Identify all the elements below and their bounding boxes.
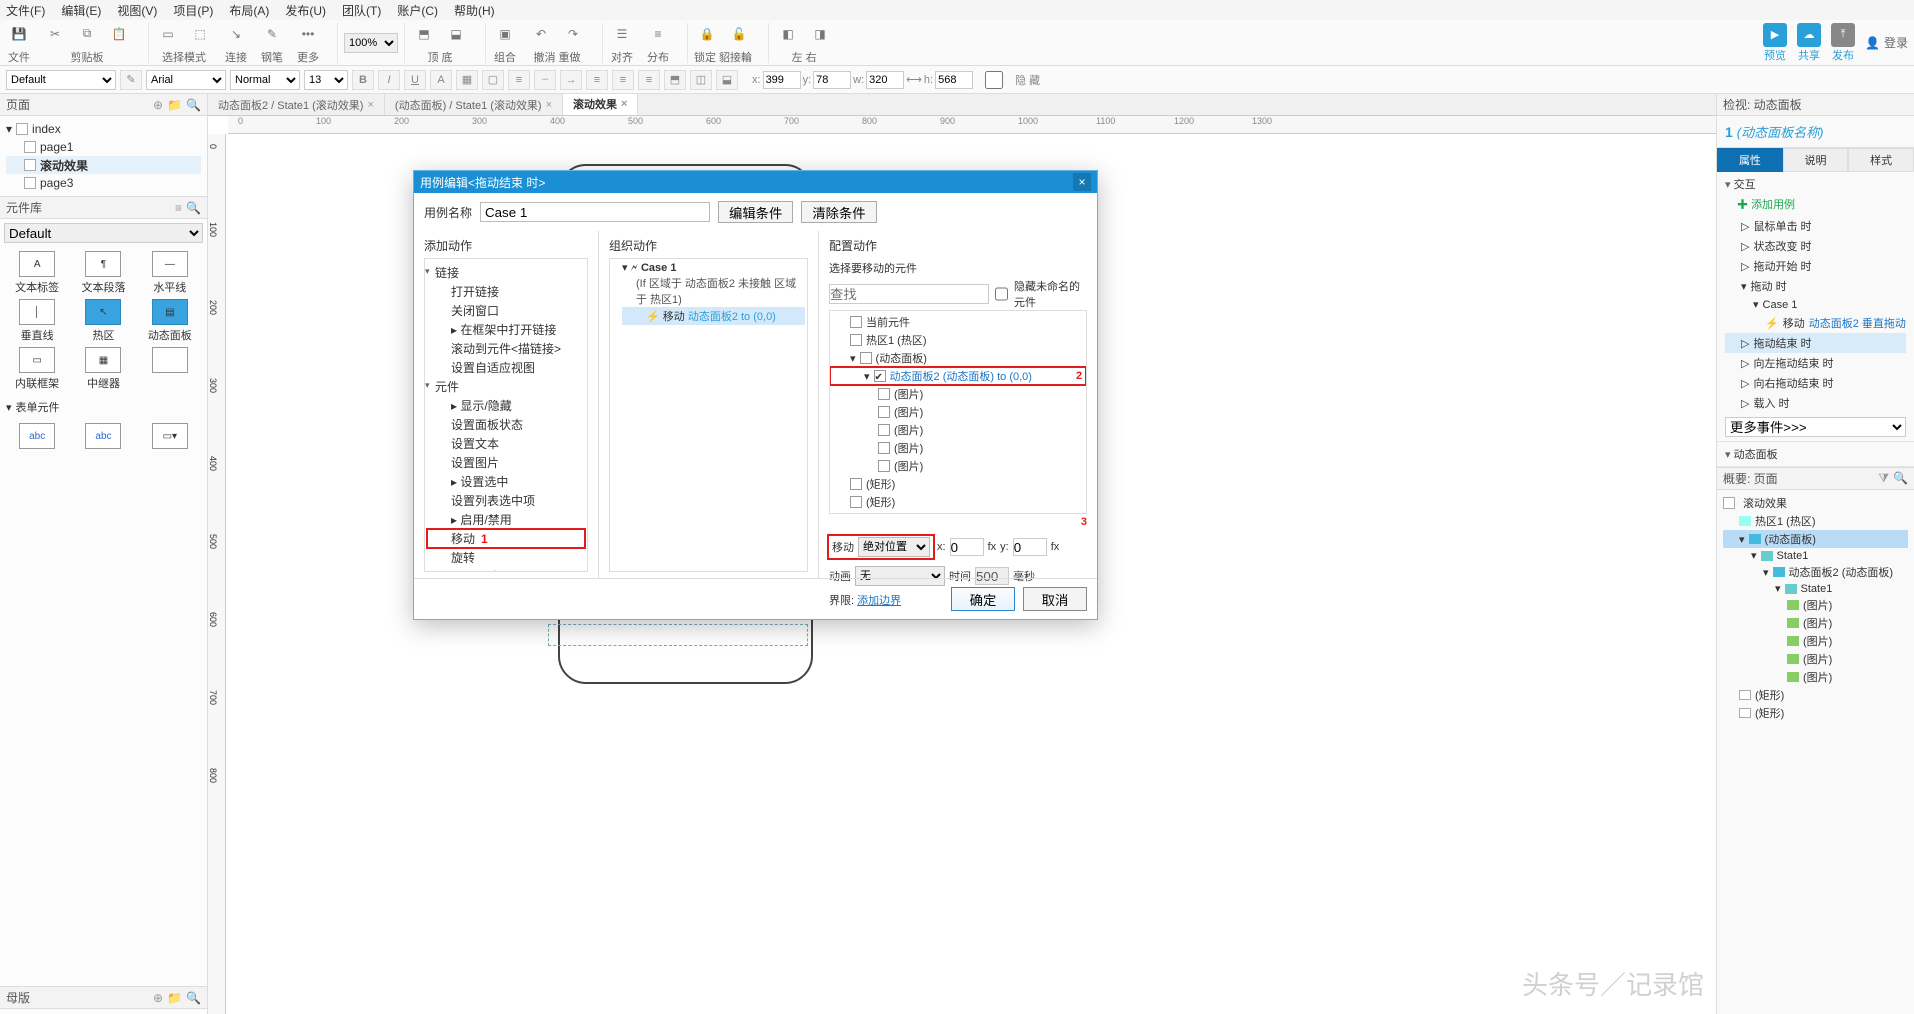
action-item[interactable]: 设置自适应视图 <box>427 358 585 377</box>
action-item[interactable]: 设置文本 <box>427 434 585 453</box>
action-item[interactable]: ▸ 在框架中打开链接 <box>427 320 585 339</box>
action-item[interactable]: 关闭窗口 <box>427 301 585 320</box>
action-item[interactable]: 设置列表选中项 <box>427 491 585 510</box>
clear-condition-button[interactable]: 清除条件 <box>801 201 876 223</box>
widget-search-input[interactable] <box>829 284 989 304</box>
action-item[interactable]: 打开链接 <box>427 282 585 301</box>
hide-unnamed-checkbox[interactable] <box>995 287 1008 301</box>
configure-action-header: 配置动作 <box>829 237 1087 254</box>
widget-row[interactable]: (图片) <box>830 385 1086 403</box>
action-item[interactable]: 滚动到元件<描链接> <box>427 339 585 358</box>
marker-3: 3 <box>829 516 1087 528</box>
y-coord-label: y: <box>1000 541 1009 553</box>
widget-row[interactable]: (图片) <box>830 457 1086 475</box>
cancel-button[interactable]: 取消 <box>1023 587 1087 611</box>
dialog-title: 用例编辑<拖动结束 时> <box>420 174 545 191</box>
hide-unnamed-label: 隐藏未命名的元件 <box>1014 278 1087 310</box>
move-type-select[interactable]: 绝对位置 <box>858 537 930 557</box>
move-y-input[interactable] <box>1013 538 1047 556</box>
widget-row[interactable]: (矩形) <box>830 475 1086 493</box>
action-item[interactable]: ▸ 设置选中 <box>427 472 585 491</box>
action-item-move[interactable]: 移动1 <box>427 529 585 548</box>
widget-row[interactable]: 热区1 (热区) <box>830 331 1086 349</box>
edit-condition-button[interactable]: 编辑条件 <box>718 201 793 223</box>
organize-tree[interactable]: ▾ 🗲 Case 1 (If 区域于 动态面板2 未接触 区域于 热区1) ⚡ … <box>609 258 808 572</box>
modal-overlay: 用例编辑<拖动结束 时> × 用例名称 编辑条件 清除条件 添加动作 ▾链接 打… <box>0 0 1914 1014</box>
organize-action-header: 组织动作 <box>609 237 808 254</box>
org-action-selected[interactable]: ⚡ 移动 动态面板2 to (0,0) <box>622 307 805 325</box>
widget-row[interactable]: ▾(动态面板) <box>830 349 1086 367</box>
widget-row-selected[interactable]: ▾动态面板2 (动态面板) to (0,0)2 <box>830 367 1086 385</box>
move-label: 移动 <box>832 539 854 555</box>
fx-button[interactable]: fx <box>1051 541 1060 553</box>
ok-button[interactable]: 确定 <box>951 587 1015 611</box>
case-name-input[interactable] <box>480 202 710 222</box>
widget-row[interactable]: 当前元件 <box>830 313 1086 331</box>
action-item[interactable]: 设置尺寸 <box>427 567 585 572</box>
fx-button[interactable]: fx <box>988 541 997 553</box>
move-x-input[interactable] <box>950 538 984 556</box>
widget-row[interactable]: (矩形) <box>830 493 1086 511</box>
action-item[interactable]: ▸ 显示/隐藏 <box>427 396 585 415</box>
add-action-header: 添加动作 <box>424 237 588 254</box>
widget-row[interactable]: (图片) <box>830 439 1086 457</box>
widget-row[interactable]: (图片) <box>830 403 1086 421</box>
widget-list[interactable]: 当前元件 热区1 (热区) ▾(动态面板) ▾动态面板2 (动态面板) to (… <box>829 310 1087 514</box>
x-coord-label: x: <box>937 541 946 553</box>
action-item[interactable]: 设置图片 <box>427 453 585 472</box>
case-name-label: 用例名称 <box>424 204 472 221</box>
select-widget-label: 选择要移动的元件 <box>829 260 1087 276</box>
action-item[interactable]: 旋转 <box>427 548 585 567</box>
widget-row[interactable]: (图片) <box>830 421 1086 439</box>
case-condition-text: (If 区域于 动态面板2 未接触 区域于 热区1) <box>622 275 805 307</box>
case-editor-dialog: 用例编辑<拖动结束 时> × 用例名称 编辑条件 清除条件 添加动作 ▾链接 打… <box>413 170 1098 620</box>
dialog-close-button[interactable]: × <box>1073 173 1091 191</box>
action-item[interactable]: 设置面板状态 <box>427 415 585 434</box>
action-tree[interactable]: ▾链接 打开链接 关闭窗口 ▸ 在框架中打开链接 滚动到元件<描链接> 设置自适… <box>424 258 588 572</box>
action-item[interactable]: ▸ 启用/禁用 <box>427 510 585 529</box>
